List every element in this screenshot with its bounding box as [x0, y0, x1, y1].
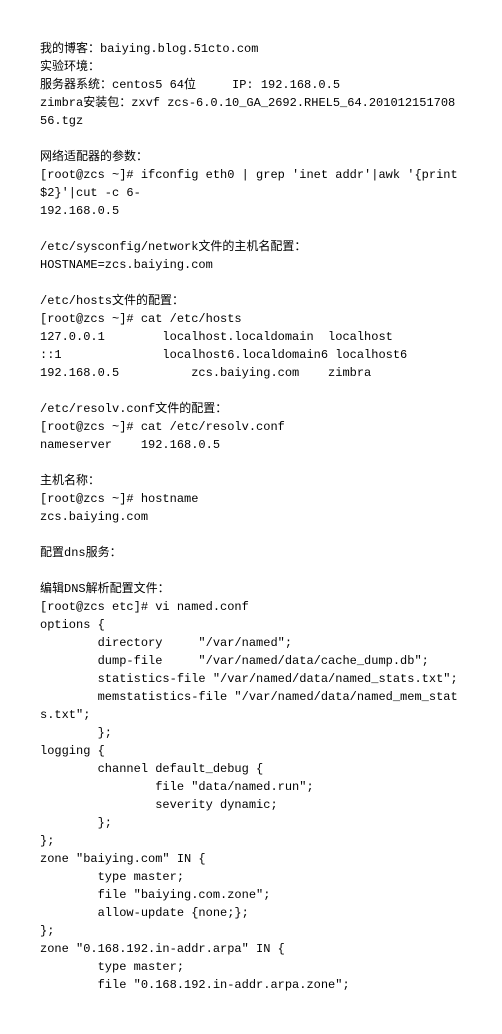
- server-os-line: 服务器系统：centos5 64位 IP: 192.168.0.5: [40, 76, 462, 94]
- spacer: [40, 454, 462, 472]
- ifconfig-cmd: [root@zcs ~]# ifconfig eth0 | grep 'inet…: [40, 166, 462, 202]
- spacer: [40, 274, 462, 292]
- named-dumpfile: dump-file "/var/named/data/cache_dump.db…: [40, 652, 462, 670]
- hosts-line2: ::1 localhost6.localdomain6 localhost6: [40, 346, 462, 364]
- named-severity: severity dynamic;: [40, 796, 462, 814]
- zone-reverse-open: zone "0.168.192.in-addr.arpa" IN {: [40, 940, 462, 958]
- nameserver-line: nameserver 192.168.0.5: [40, 436, 462, 454]
- zone-allow-update: allow-update {none;};: [40, 904, 462, 922]
- zone-baiying-open: zone "baiying.com" IN {: [40, 850, 462, 868]
- spacer: [40, 130, 462, 148]
- cat-resolv-cmd: [root@zcs ~]# cat /etc/resolv.conf: [40, 418, 462, 436]
- zone-reverse-type: type master;: [40, 958, 462, 976]
- named-channel: channel default_debug {: [40, 760, 462, 778]
- dns-config-header: 配置dns服务：: [40, 544, 462, 562]
- vi-named-cmd: [root@zcs etc]# vi named.conf: [40, 598, 462, 616]
- named-directory: directory "/var/named";: [40, 634, 462, 652]
- zone-file-baiying: file "baiying.com.zone";: [40, 886, 462, 904]
- zimbra-package-line: zimbra安装包：zxvf zcs-6.0.10_GA_2692.RHEL5_…: [40, 94, 462, 130]
- zone-type-master: type master;: [40, 868, 462, 886]
- hosts-line1: 127.0.0.1 localhost.localdomain localhos…: [40, 328, 462, 346]
- named-statsfile: statistics-file "/var/named/data/named_s…: [40, 670, 462, 688]
- hosts-file-header: /etc/hosts文件的配置：: [40, 292, 462, 310]
- hostname-cmd: [root@zcs ~]# hostname: [40, 490, 462, 508]
- named-options-close: };: [40, 724, 462, 742]
- named-logging-close: };: [40, 832, 462, 850]
- spacer: [40, 526, 462, 544]
- dns-edit-header: 编辑DNS解析配置文件：: [40, 580, 462, 598]
- ifconfig-output: 192.168.0.5: [40, 202, 462, 220]
- netadapter-header: 网络适配器的参数：: [40, 148, 462, 166]
- cat-hosts-cmd: [root@zcs ~]# cat /etc/hosts: [40, 310, 462, 328]
- hostname-header: 主机名称：: [40, 472, 462, 490]
- env-header: 实验环境：: [40, 58, 462, 76]
- zone-baiying-close: };: [40, 922, 462, 940]
- named-options-open: options {: [40, 616, 462, 634]
- named-memstats: memstatistics-file "/var/named/data/name…: [40, 688, 462, 724]
- spacer: [40, 562, 462, 580]
- resolv-header: /etc/resolv.conf文件的配置：: [40, 400, 462, 418]
- spacer: [40, 382, 462, 400]
- hostname-output: zcs.baiying.com: [40, 508, 462, 526]
- named-channel-close: };: [40, 814, 462, 832]
- hostname-config: HOSTNAME=zcs.baiying.com: [40, 256, 462, 274]
- named-logging-open: logging {: [40, 742, 462, 760]
- zone-reverse-file: file "0.168.192.in-addr.arpa.zone";: [40, 976, 462, 994]
- named-file: file "data/named.run";: [40, 778, 462, 796]
- network-file-header: /etc/sysconfig/network文件的主机名配置：: [40, 238, 462, 256]
- blog-line: 我的博客：baiying.blog.51cto.com: [40, 40, 462, 58]
- hosts-line3: 192.168.0.5 zcs.baiying.com zimbra: [40, 364, 462, 382]
- spacer: [40, 220, 462, 238]
